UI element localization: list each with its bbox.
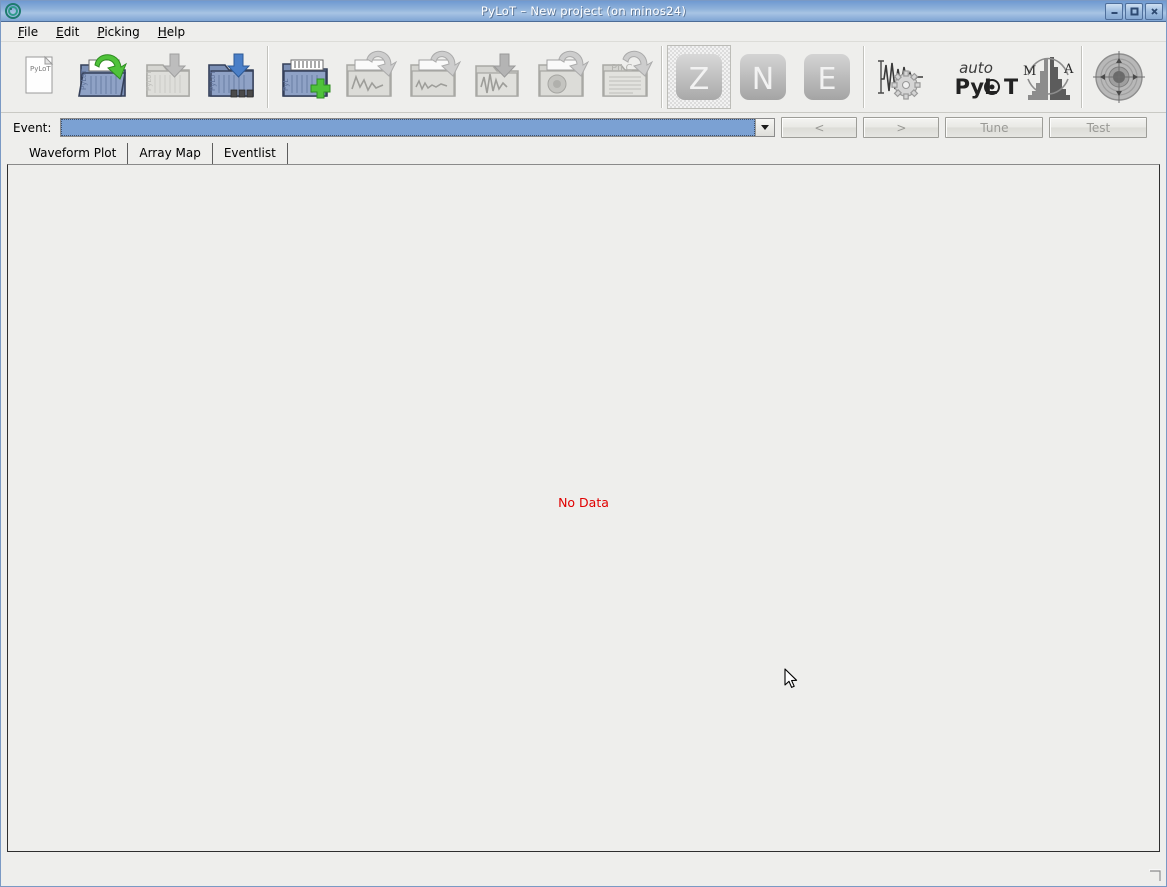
magnitude-button[interactable]: M A <box>1019 45 1077 109</box>
svg-text:PyLoT: PyLoT <box>209 70 217 91</box>
minimize-button[interactable] <box>1105 3 1123 20</box>
tab-array-map[interactable]: Array Map <box>128 143 212 164</box>
load-focal-mechanism-button[interactable] <box>529 45 593 109</box>
component-n-icon: N <box>735 49 791 105</box>
tab-waveform-plot[interactable]: Waveform Plot <box>17 143 128 164</box>
toolbar-group-location <box>1087 42 1151 112</box>
tune-button[interactable]: Tune <box>945 117 1043 138</box>
chevron-down-icon[interactable] <box>755 119 774 136</box>
add-event-folder-plus-icon: PyL <box>277 49 333 105</box>
svg-text:PyLoT: PyLoT <box>80 69 88 90</box>
svg-text:PyLoT: PyLoT <box>30 65 51 73</box>
autopick-settings-button[interactable] <box>869 45 933 109</box>
svg-text:A: A <box>1063 62 1074 77</box>
event-combobox[interactable] <box>60 118 775 137</box>
component-z-icon: Z <box>671 49 727 105</box>
svg-text:T: T <box>1004 75 1018 99</box>
load-pilc-folder-icon: PILC <box>597 49 653 105</box>
open-project-folder-icon: PyLoT <box>75 49 131 105</box>
toolbar-separator-3 <box>863 46 865 108</box>
window-controls <box>1105 3 1166 20</box>
maximize-button[interactable] <box>1125 3 1143 20</box>
waveform-gear-icon <box>873 49 929 105</box>
save-picks-waveform-folder-icon <box>469 49 525 105</box>
save-project-as-folder-icon: PyLoT <box>203 49 259 105</box>
load-autopicks-waveform-folder-icon <box>405 49 461 105</box>
save-project-as-button[interactable]: PyLoT <box>199 45 263 109</box>
tab-eventlist[interactable]: Eventlist <box>213 143 288 164</box>
save-project-button[interactable]: PyLoT <box>135 45 199 109</box>
svg-text:N: N <box>752 62 774 97</box>
load-picks-waveform-folder-icon <box>341 49 397 105</box>
load-pilc-button[interactable]: PILC <box>593 45 657 109</box>
main-window: PyLoT – New project (on minos24) File Ed… <box>0 0 1167 887</box>
menu-picking[interactable]: Picking <box>88 23 148 41</box>
save-project-folder-icon: PyLoT <box>139 49 195 105</box>
svg-text:PyLoT: PyLoT <box>145 70 153 91</box>
waveform-plot-panel: No Data <box>7 164 1160 852</box>
event-bar: Event: < > Tune Test <box>1 113 1166 142</box>
menu-edit[interactable]: Edit <box>47 23 88 41</box>
status-bar <box>1 852 1166 886</box>
svg-text:PyL: PyL <box>282 79 290 91</box>
event-label: Event: <box>13 121 51 135</box>
title-bar: PyLoT – New project (on minos24) <box>1 1 1166 22</box>
svg-text:E: E <box>818 62 837 97</box>
menu-help[interactable]: Help <box>149 23 194 41</box>
component-e-icon: E <box>799 49 855 105</box>
auto-pylot-icon: auto PyL x T <box>934 49 1018 105</box>
toolbar-group-autopick: auto PyL x T <box>869 42 1077 112</box>
toolbar-separator-1 <box>267 46 269 108</box>
load-picks-button[interactable] <box>337 45 401 109</box>
window-title: PyLoT – New project (on minos24) <box>1 4 1166 18</box>
event-combobox-value[interactable] <box>61 119 755 136</box>
previous-event-button[interactable]: < <box>781 117 857 138</box>
save-picks-button[interactable] <box>465 45 529 109</box>
test-button[interactable]: Test <box>1049 117 1147 138</box>
toolbar-separator-2 <box>661 46 663 108</box>
content-area: Waveform Plot Array Map Eventlist No Dat… <box>1 142 1166 852</box>
component-z-button[interactable]: Z <box>667 45 731 109</box>
size-grip[interactable] <box>1147 868 1162 883</box>
load-focmec-folder-icon <box>533 49 589 105</box>
component-e-button[interactable]: E <box>795 45 859 109</box>
menu-file[interactable]: File <box>9 23 47 41</box>
toolbar-group-data: PyL <box>273 42 657 112</box>
autopylot-button[interactable]: auto PyL x T <box>933 45 1019 109</box>
load-auto-picks-button[interactable] <box>401 45 465 109</box>
tab-bar: Waveform Plot Array Map Eventlist <box>7 142 1160 164</box>
svg-text:PILC: PILC <box>611 63 633 74</box>
main-toolbar: PyLoT PyLoT PyLoT <box>1 42 1166 113</box>
new-document-pylot-icon: PyLoT <box>11 49 67 105</box>
open-project-button[interactable]: PyLoT <box>71 45 135 109</box>
no-data-message: No Data <box>8 495 1159 510</box>
menu-bar: File Edit Picking Help <box>1 22 1166 42</box>
close-button[interactable] <box>1145 3 1163 20</box>
svg-text:Z: Z <box>689 62 710 97</box>
component-n-button[interactable]: N <box>731 45 795 109</box>
locate-event-button[interactable] <box>1087 45 1151 109</box>
new-project-button[interactable]: PyLoT <box>7 45 71 109</box>
magnitude-histogram-MA-icon: M A <box>1020 49 1076 105</box>
compass-target-icon <box>1091 49 1147 105</box>
toolbar-group-project: PyLoT PyLoT PyLoT <box>7 42 263 112</box>
svg-text:M: M <box>1023 64 1036 79</box>
pylot-logo-icon <box>5 3 21 19</box>
next-event-button[interactable]: > <box>863 117 939 138</box>
toolbar-separator-4 <box>1081 46 1083 108</box>
add-event-button[interactable]: PyL <box>273 45 337 109</box>
toolbar-group-components: Z N E <box>667 42 859 112</box>
